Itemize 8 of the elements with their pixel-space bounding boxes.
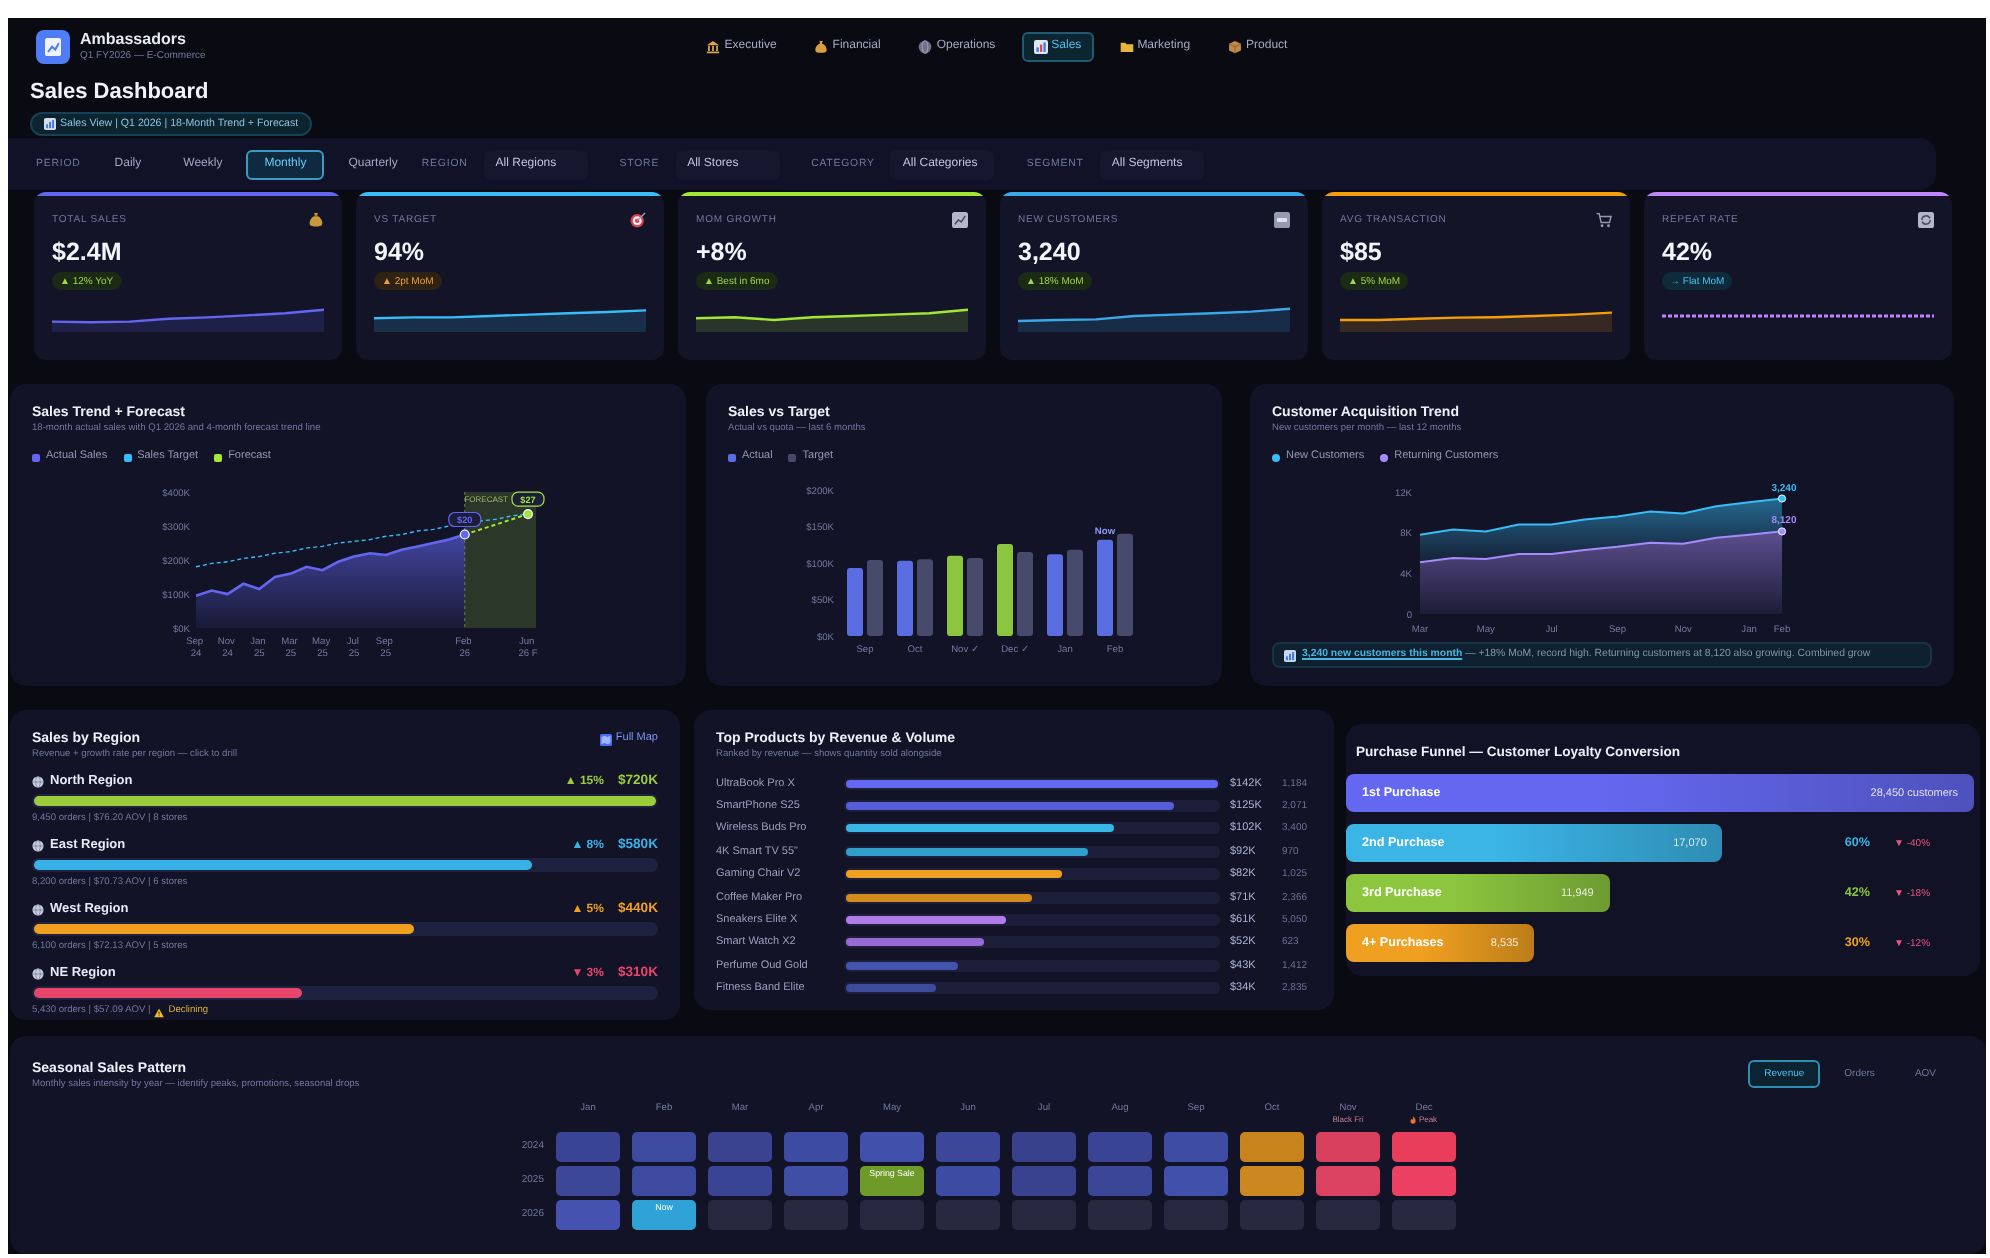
kpi-value: 42%	[1660, 236, 1715, 266]
app-name: Ambassadors	[80, 32, 188, 48]
kpi-value: $2.4M	[50, 236, 124, 266]
kpi-value: $85	[1338, 236, 1384, 266]
page-title: Sales Dashboard	[30, 80, 209, 106]
kpi-value: 94%	[372, 236, 427, 266]
kpi-value: +8%	[694, 236, 749, 266]
kpi-value: 3,240	[1016, 236, 1083, 266]
